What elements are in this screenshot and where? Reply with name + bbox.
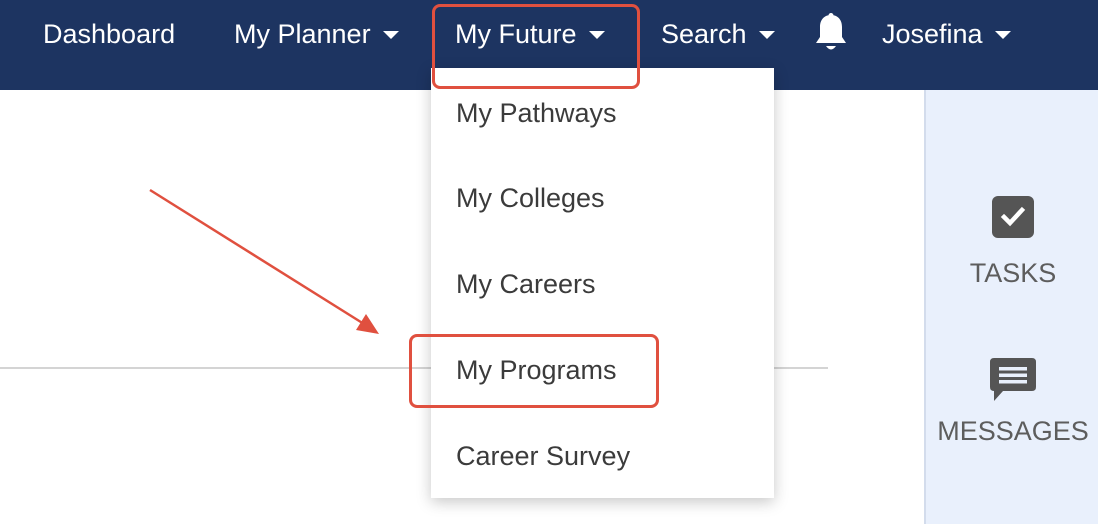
menu-item-my-colleges[interactable]: My Colleges <box>456 178 605 218</box>
nav-user-name: Josefina <box>882 18 983 49</box>
messages-button[interactable]: MESSAGES <box>926 356 1098 447</box>
nav-my-planner[interactable]: My Planner <box>234 14 399 54</box>
menu-item-label: My Careers <box>456 268 596 299</box>
nav-search[interactable]: Search <box>661 14 775 54</box>
nav-my-future[interactable]: My Future <box>455 14 605 54</box>
menu-item-label: My Colleges <box>456 182 605 213</box>
message-icon <box>990 358 1036 401</box>
caret-down-icon <box>758 31 775 39</box>
nav-user-menu[interactable]: Josefina <box>882 14 1011 54</box>
nav-dashboard-label: Dashboard <box>43 18 176 49</box>
checkbox-icon <box>992 196 1034 238</box>
tasks-button[interactable]: TASKS <box>926 196 1098 289</box>
menu-item-my-careers[interactable]: My Careers <box>456 264 596 304</box>
menu-item-my-programs[interactable]: My Programs <box>456 350 617 390</box>
menu-item-label: My Pathways <box>456 97 617 128</box>
caret-down-icon <box>994 31 1011 39</box>
nav-search-label: Search <box>661 18 747 49</box>
nav-my-planner-label: My Planner <box>234 18 371 49</box>
bell-icon[interactable] <box>812 12 850 54</box>
menu-item-my-pathways[interactable]: My Pathways <box>456 93 617 133</box>
menu-item-career-survey[interactable]: Career Survey <box>456 436 630 476</box>
menu-item-label: Career Survey <box>456 440 631 471</box>
tasks-label: TASKS <box>969 258 1057 288</box>
messages-label: MESSAGES <box>937 416 1089 446</box>
my-future-dropdown: My Pathways My Colleges My Careers My Pr… <box>431 68 774 498</box>
nav-my-future-label: My Future <box>455 18 577 49</box>
menu-item-label: My Programs <box>456 354 617 385</box>
nav-dashboard[interactable]: Dashboard <box>43 14 175 54</box>
caret-down-icon <box>382 31 399 39</box>
right-sidebar: TASKS MESSAGES <box>924 90 1098 524</box>
caret-down-icon <box>588 31 605 39</box>
